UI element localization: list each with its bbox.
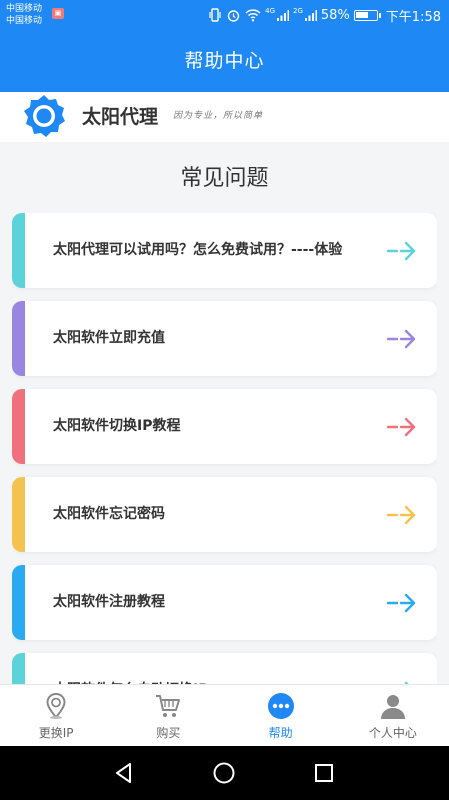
faq-item-auto-switch-ip[interactable]: 太阳软件怎么自动切换IP — [12, 653, 437, 685]
back-icon[interactable] — [112, 761, 136, 785]
vibrate-icon — [209, 8, 221, 22]
faq-list[interactable]: 太阳代理可以试用吗？怎么免费试用？----体验 太阳软件立即充值 太阳软件切换I… — [12, 213, 437, 685]
faq-color-bar — [12, 301, 25, 376]
signal-icon-1 — [277, 9, 289, 21]
clock-time: 下午1:58 — [385, 9, 441, 25]
faq-color-bar — [12, 213, 25, 288]
arrow-right-icon — [386, 505, 416, 525]
faq-item-recharge[interactable]: 太阳软件立即充值 — [12, 301, 437, 376]
network-type-2: 2G — [293, 7, 303, 15]
brand-name: 太阳代理 — [82, 106, 159, 128]
brand-banner: 太阳代理 因为专业，所以简单 — [0, 92, 449, 142]
faq-item-switch-ip[interactable]: 太阳软件切换IP教程 — [12, 389, 437, 464]
faq-item-forgot-password[interactable]: 太阳软件忘记密码 — [12, 477, 437, 552]
faq-section-title: 常见问题 — [180, 166, 269, 191]
battery-icon — [353, 9, 381, 21]
arrow-right-icon — [386, 593, 416, 613]
bottom-tab-bar: 更换IP 购买 帮助 个人中心 — [0, 684, 449, 746]
tab-label: 帮助 — [268, 726, 293, 740]
more-dots-icon — [267, 693, 294, 719]
faq-color-bar — [12, 565, 25, 640]
faq-item-label: 太阳软件切换IP教程 — [53, 418, 181, 434]
home-icon[interactable] — [212, 761, 236, 785]
location-pin-icon — [46, 692, 66, 719]
tab-label: 更换IP — [38, 726, 74, 740]
battery-percent: 58% — [320, 7, 350, 23]
faq-color-bar — [12, 653, 25, 685]
status-icons: 4G 2G 58% 下午1:58 — [208, 6, 441, 25]
faq-item-label: 太阳软件注册教程 — [53, 594, 165, 610]
carrier-info: 中国移动 中国移动 — [6, 3, 42, 27]
page-title: 帮助中心 — [0, 30, 449, 92]
faq-item-register[interactable]: 太阳软件注册教程 — [12, 565, 437, 640]
faq-item-label: 太阳软件立即充值 — [53, 330, 165, 346]
signal-icon-2 — [304, 9, 317, 21]
faq-item-label: 太阳软件忘记密码 — [53, 506, 165, 522]
tab-label: 购买 — [156, 726, 181, 740]
carrier-name-2: 中国移动 — [6, 16, 43, 26]
faq-item-label: 太阳软件怎么自动切换IP — [53, 653, 373, 685]
tab-profile[interactable]: 个人中心 — [337, 685, 449, 746]
faq-color-bar — [12, 389, 25, 464]
notification-badge-icon: ▣ — [52, 8, 64, 19]
tab-buy[interactable]: 购买 — [112, 685, 224, 746]
recent-apps-icon[interactable] — [312, 761, 336, 785]
tab-change-ip[interactable]: 更换IP — [0, 685, 112, 746]
arrow-right-icon — [386, 329, 416, 349]
system-nav-bar — [0, 746, 449, 800]
tab-help[interactable]: 帮助 — [225, 685, 337, 746]
arrow-right-icon — [386, 417, 416, 437]
wifi-icon — [245, 9, 261, 22]
carrier-name-1: 中国移动 — [6, 4, 43, 14]
arrow-right-icon — [386, 241, 416, 261]
person-icon — [380, 695, 405, 719]
cart-icon — [156, 695, 181, 717]
alarm-icon — [227, 9, 240, 22]
network-type-1: 4G — [265, 7, 275, 15]
status-bar: 中国移动 中国移动 ▣ 4G 2G 58% 下午1:58 — [0, 0, 449, 30]
brand-slogan: 因为专业，所以简单 — [173, 111, 264, 121]
faq-color-bar — [12, 477, 25, 552]
sun-logo-icon — [24, 95, 65, 137]
tab-label: 个人中心 — [368, 726, 417, 740]
faq-item-free-trial[interactable]: 太阳代理可以试用吗？怎么免费试用？----体验 — [12, 213, 437, 288]
faq-item-label: 太阳代理可以试用吗？怎么免费试用？----体验 — [53, 242, 343, 258]
